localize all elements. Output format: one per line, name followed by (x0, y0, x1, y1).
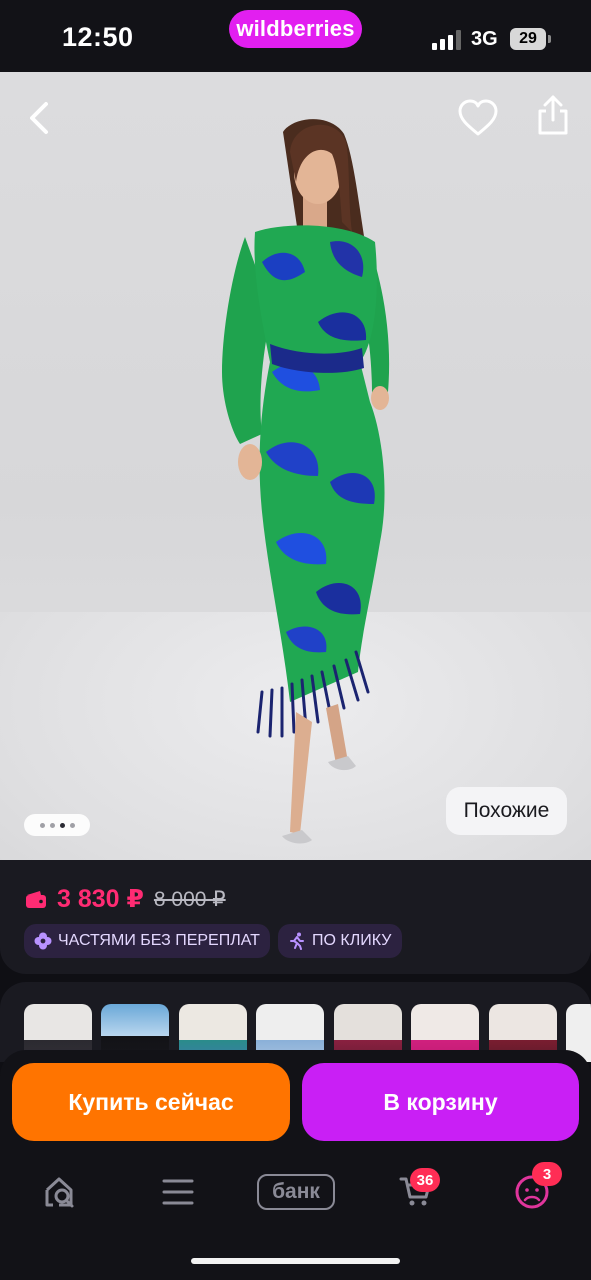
nav-bank[interactable]: банк (256, 1162, 336, 1222)
battery-level: 29 (519, 30, 537, 47)
wallet-icon (26, 891, 46, 908)
battery-tip (548, 35, 551, 43)
buy-now-button[interactable]: Купить сейчас (12, 1063, 290, 1141)
nav-home-search[interactable] (38, 1162, 82, 1222)
clover-icon (34, 932, 52, 950)
pager-dot (69, 822, 75, 828)
price-row: 3 830 ₽ 8 000 ₽ (25, 884, 226, 914)
price-current: 3 830 ₽ (57, 885, 144, 913)
status-bar: 12:50 wildberries 3G 29 (0, 0, 591, 72)
menu-icon (162, 1179, 194, 1205)
brand-logo[interactable]: wildberries (229, 10, 362, 48)
add-to-cart-button[interactable]: В корзину (302, 1063, 579, 1141)
home-search-icon (45, 1177, 74, 1208)
bottom-nav: банк 36 3 (0, 1162, 591, 1232)
home-indicator (191, 1258, 400, 1264)
status-time: 12:50 (62, 22, 134, 52)
nav-cart[interactable]: 36 (394, 1162, 440, 1222)
share-icon[interactable] (535, 94, 571, 136)
pager-dot-active (59, 822, 65, 828)
product-photo[interactable]: Похожие (0, 72, 591, 860)
heart-icon[interactable] (457, 98, 499, 138)
price-card: 3 830 ₽ 8 000 ₽ ЧАСТЯМИ БЕЗ ПЕРЕПЛАТ ПО … (0, 860, 591, 974)
signal-icon (432, 30, 462, 50)
price-old: 8 000 ₽ (153, 887, 226, 911)
back-icon[interactable] (20, 98, 60, 138)
promo-one-click[interactable]: ПО КЛИКУ (278, 924, 402, 958)
running-man-icon (290, 932, 304, 950)
promo-installments[interactable]: ЧАСТЯМИ БЕЗ ПЕРЕПЛАТ (24, 924, 270, 958)
bottom-action-bar: Купить сейчас В корзину банк 36 3 (0, 1050, 591, 1280)
network-type: 3G (471, 28, 498, 50)
photo-pager[interactable] (24, 814, 90, 836)
cart-badge: 36 (410, 1168, 440, 1192)
nav-catalog[interactable] (158, 1162, 198, 1222)
dress-model-illustration (222, 119, 390, 844)
promo-label: ПО КЛИКУ (312, 932, 392, 949)
bank-label: банк (257, 1174, 335, 1210)
profile-badge: 3 (532, 1162, 562, 1186)
pager-dot (49, 822, 55, 828)
pager-dot (39, 822, 45, 828)
similar-button[interactable]: Похожие (446, 787, 567, 835)
promo-label: ЧАСТЯМИ БЕЗ ПЕРЕПЛАТ (58, 932, 260, 949)
battery-icon: 29 (510, 28, 546, 50)
nav-profile[interactable]: 3 (512, 1162, 562, 1222)
